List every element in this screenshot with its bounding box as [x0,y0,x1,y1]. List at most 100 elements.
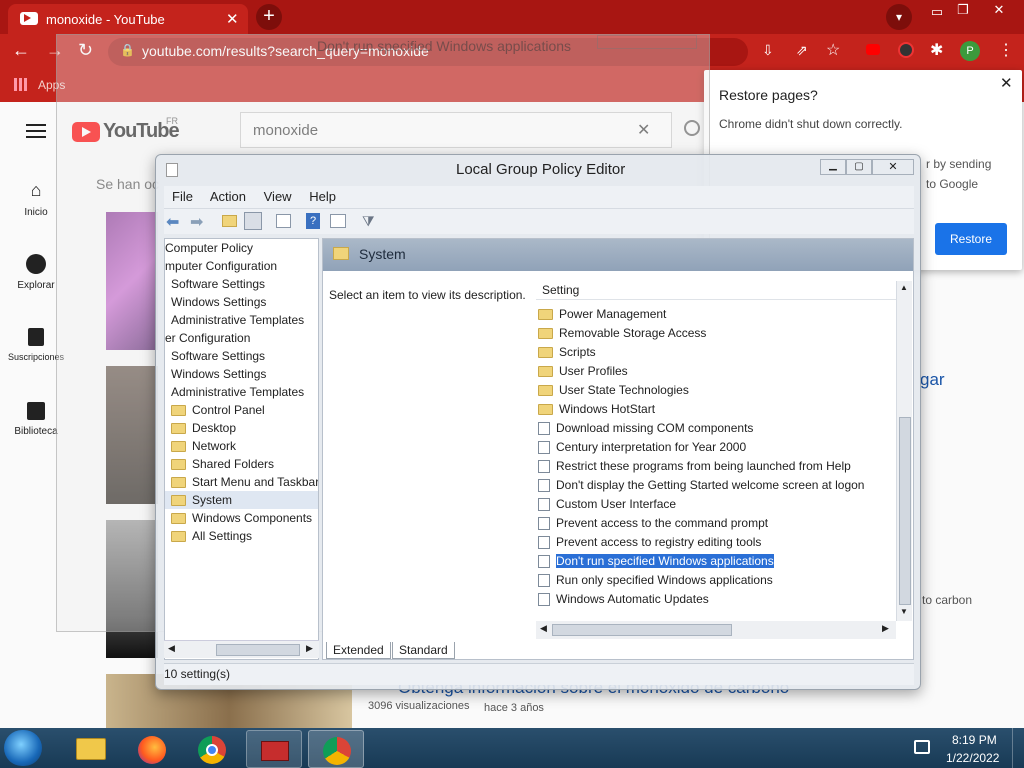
properties-icon[interactable] [330,214,346,228]
restore-icon[interactable]: ❐ [950,2,976,18]
setting-row[interactable]: Windows HotStart [538,400,896,419]
partial-result-title[interactable]: gar [920,370,945,390]
tree-item[interactable]: mputer Configuration [165,257,318,275]
tree-item[interactable]: Software Settings [165,275,318,293]
tree-item[interactable]: er Configuration [165,329,318,347]
taskbar-toolbox-icon[interactable] [246,730,302,768]
tree-item[interactable]: Administrative Templates [165,311,318,329]
hamburger-menu-icon[interactable] [26,124,46,138]
clock-date[interactable]: 1/22/2022 [946,751,999,765]
settings-horizontal-scrollbar[interactable]: ◀ ▶ [536,621,896,639]
show-desktop-button[interactable] [1012,728,1024,768]
scroll-thumb-vertical[interactable] [899,417,911,605]
back-arrow-icon[interactable]: ⬅ [166,212,179,232]
group-policy-editor-window: Local Group Policy Editor ▁ ▢ ✕ File Act… [155,154,921,690]
setting-row[interactable]: User State Technologies [538,381,896,400]
tree-item-label: Start Menu and Taskbar [192,475,319,489]
tree-horizontal-scrollbar[interactable]: ◀ ▶ [164,640,319,658]
apps-grid-icon[interactable] [14,78,27,91]
tab-search-button[interactable]: ▾ [886,4,912,30]
tree-item[interactable]: Computer Policy [165,239,318,257]
export-list-icon[interactable] [276,214,291,228]
setting-row[interactable]: Scripts [538,343,896,362]
gp-close-icon[interactable]: ✕ [872,159,914,175]
setting-row[interactable]: Don't run specified Windows applications [538,552,896,571]
scroll-left-icon[interactable]: ◀ [540,623,547,634]
menu-action[interactable]: Action [210,189,246,204]
scroll-right-icon[interactable]: ▶ [882,623,889,634]
setting-row[interactable]: Removable Storage Access [538,324,896,343]
restore-button[interactable]: Restore [935,223,1007,255]
back-icon[interactable]: ← [12,40,30,61]
minimize-icon[interactable]: ▭ [924,4,950,20]
setting-row[interactable]: Custom User Interface [538,495,896,514]
scroll-left-icon[interactable]: ◀ [168,643,175,654]
setting-row[interactable]: Don't display the Getting Started welcom… [538,476,896,495]
scroll-up-icon[interactable]: ▲ [900,283,908,292]
help-icon[interactable]: ? [306,213,320,229]
details-header-title: System [359,246,406,262]
tree-item[interactable]: System [165,491,318,509]
restore-close-icon[interactable]: ✕ [1000,74,1013,92]
setting-row[interactable]: Windows Automatic Updates [538,590,896,609]
tree-item[interactable]: Network [165,437,318,455]
menu-view[interactable]: View [264,189,292,204]
filter-icon[interactable]: ⧩ [362,213,375,230]
tree-item[interactable]: Windows Settings [165,293,318,311]
scroll-down-icon[interactable]: ▼ [900,607,908,616]
tab-standard[interactable]: Standard [392,642,455,659]
browser-tab[interactable]: monoxide - YouTube ✕ [8,4,248,34]
tab-extended[interactable]: Extended [326,642,391,659]
start-button-icon[interactable] [4,730,42,766]
tree-item[interactable]: Windows Settings [165,365,318,383]
puzzle-extensions-icon[interactable]: ✱ [930,40,943,60]
taskbar-chrome-profile-icon[interactable] [308,730,364,768]
tree-item[interactable]: Control Panel [165,401,318,419]
taskbar-chrome-icon[interactable] [184,730,240,768]
tree-item[interactable]: Windows Components [165,509,318,527]
menu-kebab-icon[interactable]: ⋮ [998,40,1014,60]
setting-row[interactable]: Power Management [538,305,896,324]
tree-item[interactable]: Administrative Templates [165,383,318,401]
forward-arrow-icon[interactable]: ➡ [190,212,203,232]
gp-maximize-icon[interactable]: ▢ [846,159,872,175]
scroll-thumb[interactable] [216,644,300,656]
profile-avatar[interactable]: P [960,41,980,61]
show-hide-tree-icon[interactable] [244,212,262,230]
policy-setting-icon [538,422,550,436]
bookmark-star-icon[interactable]: ☆ [826,40,840,60]
setting-row[interactable]: Download missing COM components [538,419,896,438]
clock-time[interactable]: 8:19 PM [952,733,997,747]
menu-file[interactable]: File [172,189,193,204]
setting-row[interactable]: Century interpretation for Year 2000 [538,438,896,457]
new-tab-button[interactable]: + [256,4,282,30]
setting-row[interactable]: Prevent access to the command prompt [538,514,896,533]
tree-item[interactable]: All Settings [165,527,318,545]
close-icon[interactable]: ✕ [986,2,1012,18]
tree-item[interactable]: Start Menu and Taskbar [165,473,318,491]
setting-column-header[interactable]: Setting [536,280,896,300]
tree-item[interactable]: Desktop [165,419,318,437]
scroll-thumb[interactable] [552,624,732,636]
tray-network-icon[interactable] [914,740,930,754]
setting-row[interactable]: Restrict these programs from being launc… [538,457,896,476]
setting-row[interactable]: User Profiles [538,362,896,381]
install-icon[interactable]: ⇩ [762,42,774,59]
menu-help[interactable]: Help [309,189,336,204]
restore-title: Restore pages? [719,87,818,103]
settings-vertical-scrollbar[interactable]: ▲ ▼ [896,281,912,621]
share-icon[interactable]: ⇗ [796,42,808,59]
up-folder-icon[interactable] [222,215,237,227]
taskbar-firefox-icon[interactable] [124,730,180,768]
folder-icon [171,477,186,489]
taskbar-explorer-icon[interactable] [64,730,120,768]
scroll-right-icon[interactable]: ▶ [306,643,313,654]
setting-row[interactable]: Run only specified Windows applications [538,571,896,590]
youtube-extension-icon[interactable] [866,44,880,55]
setting-row[interactable]: Prevent access to registry editing tools [538,533,896,552]
extension-icon[interactable] [898,42,914,58]
tab-close-icon[interactable]: ✕ [226,10,239,28]
tree-item[interactable]: Shared Folders [165,455,318,473]
gp-minimize-icon[interactable]: ▁ [820,159,846,175]
tree-item[interactable]: Software Settings [165,347,318,365]
